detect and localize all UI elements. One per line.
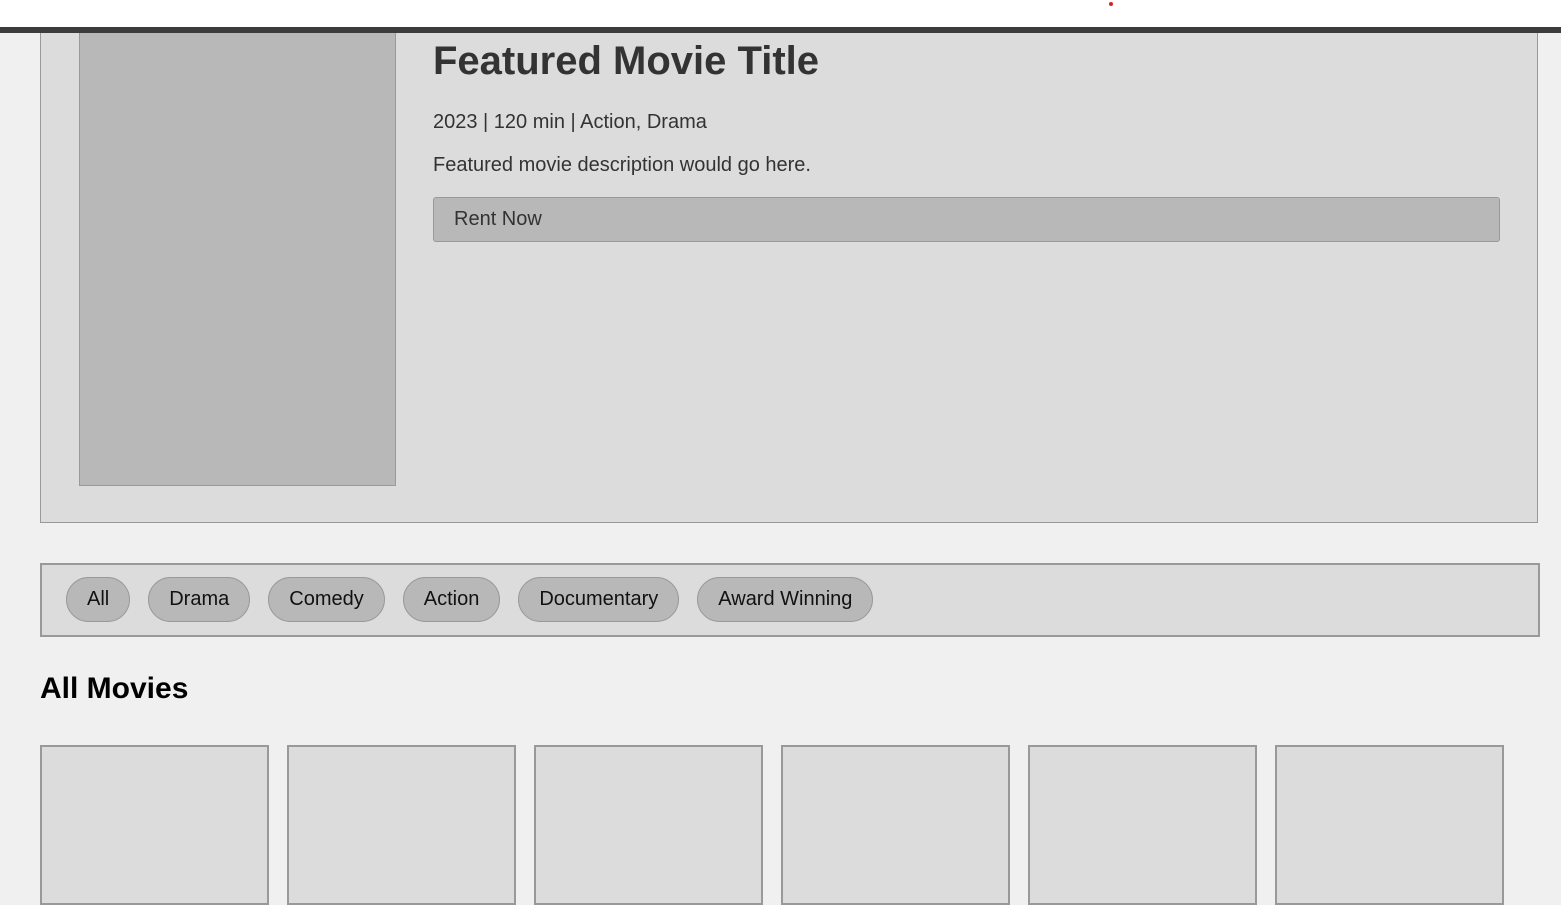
filter-chip-comedy[interactable]: Comedy xyxy=(268,577,385,622)
featured-title: Featured Movie Title xyxy=(433,39,820,83)
movie-card[interactable] xyxy=(40,745,269,905)
top-strip xyxy=(0,0,1561,27)
movie-card[interactable] xyxy=(534,745,763,905)
rent-now-button[interactable]: Rent Now xyxy=(433,197,1500,242)
movie-card[interactable] xyxy=(1028,745,1257,905)
featured-poster[interactable] xyxy=(79,33,396,486)
movie-card[interactable] xyxy=(781,745,1010,905)
genre-chip-list: All Drama Comedy Action Documentary Awar… xyxy=(66,577,874,622)
movie-grid xyxy=(40,745,1504,905)
movie-card[interactable] xyxy=(287,745,516,905)
featured-meta: 2023 | 120 min | Action, Drama xyxy=(433,111,707,133)
filter-chip-drama[interactable]: Drama xyxy=(148,577,251,622)
indicator-dot xyxy=(1109,2,1113,6)
filter-chip-award-winning[interactable]: Award Winning xyxy=(697,577,874,622)
movie-card[interactable] xyxy=(1275,745,1504,905)
all-movies-heading: All Movies xyxy=(40,672,189,705)
filter-chip-all[interactable]: All xyxy=(66,577,131,622)
filter-chip-action[interactable]: Action xyxy=(402,577,501,622)
filter-chip-documentary[interactable]: Documentary xyxy=(518,577,680,622)
featured-description: Featured movie description would go here… xyxy=(433,154,811,176)
